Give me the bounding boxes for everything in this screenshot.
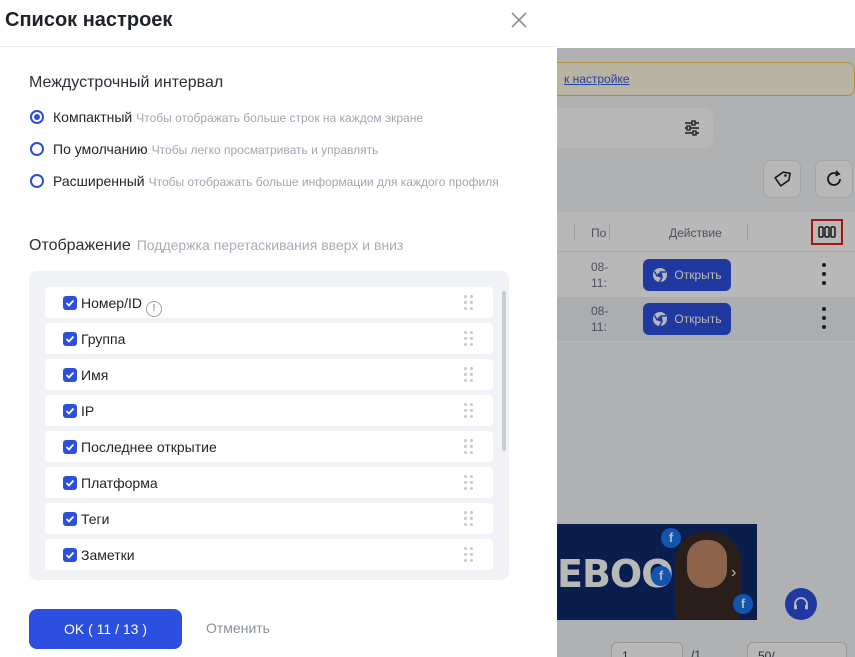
checkbox-checked[interactable]	[63, 512, 77, 526]
scrollbar[interactable]	[502, 291, 506, 451]
columns-list[interactable]: Номер/ID! Группа Имя IP Последнее открытие Пл…	[29, 271, 509, 580]
column-item-label: Заметки	[81, 547, 135, 563]
drawer-header: Список настроек	[0, 0, 557, 47]
check-icon	[65, 443, 75, 451]
checkbox-checked[interactable]	[63, 404, 77, 418]
checkbox-checked[interactable]	[63, 440, 77, 454]
drag-handle-icon[interactable]	[464, 439, 474, 455]
drag-handle-icon[interactable]	[464, 475, 474, 491]
drag-handle-icon[interactable]	[464, 331, 474, 347]
column-item-label: Теги	[81, 511, 110, 527]
info-icon[interactable]: !	[145, 301, 162, 317]
column-item[interactable]: Заметки	[45, 539, 493, 570]
drag-handle-icon[interactable]	[464, 403, 474, 419]
radio-button[interactable]	[30, 142, 44, 156]
column-item-label: Платформа	[81, 475, 158, 491]
column-item[interactable]: Имя	[45, 359, 493, 390]
radio-compact[interactable]: Компактный Чтобы отображать больше строк …	[30, 107, 490, 128]
drag-handle-icon[interactable]	[464, 511, 474, 527]
check-icon	[65, 335, 75, 343]
checkbox-checked[interactable]	[63, 476, 77, 490]
radio-description: Чтобы отображать больше строк на каждом …	[136, 111, 424, 125]
column-item-label: Имя	[81, 367, 109, 383]
check-icon	[65, 371, 75, 379]
radio-button-checked[interactable]	[30, 110, 44, 124]
check-icon	[65, 479, 75, 487]
checkbox-checked[interactable]	[63, 332, 77, 346]
close-icon[interactable]	[508, 9, 530, 31]
cancel-button[interactable]: Отменить	[206, 620, 270, 636]
line-spacing-title: Междустрочный интервал	[29, 74, 224, 91]
settings-drawer: Список настроек Междустрочный интервал К…	[0, 0, 557, 657]
background-top-strip	[557, 0, 855, 48]
drag-handle-icon[interactable]	[464, 295, 474, 311]
column-item-label: Группа	[81, 331, 126, 347]
checkbox-checked[interactable]	[63, 296, 77, 310]
check-icon	[65, 515, 75, 523]
radio-extended[interactable]: Расширенный Чтобы отображать больше инфор…	[30, 171, 500, 192]
radio-label: Расширенный	[53, 173, 145, 189]
radio-button[interactable]	[30, 174, 44, 188]
checkbox-checked[interactable]	[63, 368, 77, 382]
drawer-title: Список настроек	[5, 9, 173, 31]
display-hint: Поддержка перетаскивания вверх и вниз	[136, 237, 404, 253]
check-icon	[65, 407, 75, 415]
radio-default[interactable]: По умолчанию Чтобы легко просматривать и …	[30, 139, 490, 160]
check-icon	[65, 299, 75, 307]
check-icon	[65, 551, 75, 559]
column-item[interactable]: Последнее открытие	[45, 431, 493, 462]
column-item-label: IP	[81, 403, 95, 419]
column-item[interactable]: Платформа	[45, 467, 493, 498]
column-item-label: Последнее открытие	[81, 439, 217, 455]
radio-label: По умолчанию	[53, 141, 148, 157]
column-item[interactable]: Группа	[45, 323, 493, 354]
ok-button[interactable]: OK ( 11 / 13 )	[29, 609, 182, 649]
radio-description: Чтобы отображать больше информации для к…	[148, 175, 499, 189]
display-title-text: Отображение	[29, 237, 131, 254]
radio-description: Чтобы легко просматривать и управлять	[151, 143, 379, 157]
drag-handle-icon[interactable]	[464, 367, 474, 383]
checkbox-checked[interactable]	[63, 548, 77, 562]
column-item-label: Номер/ID!	[81, 295, 162, 317]
radio-label: Компактный	[53, 109, 133, 125]
modal-overlay[interactable]	[557, 48, 855, 657]
column-item[interactable]: IP	[45, 395, 493, 426]
display-title: Отображение Поддержка перетаскивания ввер…	[29, 237, 403, 255]
column-item[interactable]: Номер/ID!	[45, 287, 493, 318]
column-item[interactable]: Теги	[45, 503, 493, 534]
drag-handle-icon[interactable]	[464, 547, 474, 563]
